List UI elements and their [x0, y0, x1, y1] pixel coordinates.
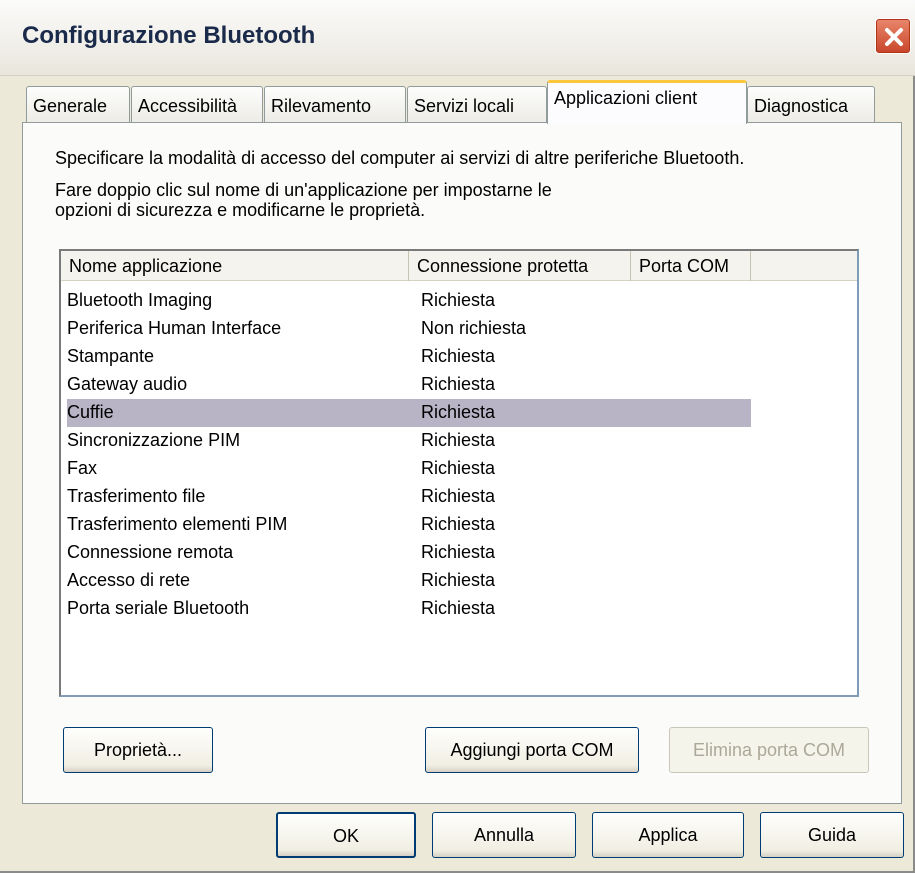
tab-applicazioni-client[interactable]: Applicazioni client	[547, 80, 747, 124]
list-row[interactable]: Stampante Richiesta	[67, 343, 751, 371]
instruction-text-line2: opzioni di sicurezza e modificarne le pr…	[55, 200, 426, 220]
bluetooth-config-dialog: Configurazione Bluetooth Generale Access…	[0, 0, 915, 873]
row-name: Accesso di rete	[67, 570, 191, 590]
help-button[interactable]: Guida	[760, 812, 904, 858]
list-row[interactable]: Connessione remota Richiesta	[67, 539, 751, 567]
list-row[interactable]: Sincronizzazione PIM Richiesta	[67, 427, 751, 455]
row-secure: Richiesta	[421, 346, 496, 366]
row-secure: Richiesta	[421, 374, 496, 394]
row-secure: Richiesta	[421, 542, 496, 562]
row-secure: Richiesta	[421, 430, 496, 450]
ok-button[interactable]: OK	[276, 812, 416, 858]
tab-rilevamento[interactable]: Rilevamento	[264, 86, 406, 124]
tab-panel: Specificare la modalità di accesso del c…	[22, 122, 902, 804]
row-name: Stampante	[67, 346, 155, 366]
instruction-text-line1: Fare doppio clic sul nome di un'applicaz…	[55, 180, 552, 200]
row-name: Sincronizzazione PIM	[67, 430, 241, 450]
row-name: Trasferimento file	[67, 486, 206, 506]
row-name: Periferica Human Interface	[67, 318, 282, 338]
applications-list[interactable]: Nome applicazione Connessione protetta P…	[59, 249, 859, 697]
row-secure: Non richiesta	[421, 318, 527, 338]
list-header: Nome applicazione Connessione protetta P…	[61, 251, 857, 281]
title-bar[interactable]: Configurazione Bluetooth	[0, 0, 915, 76]
properties-button[interactable]: Proprietà...	[63, 727, 213, 773]
list-row[interactable]: Porta seriale Bluetooth Richiesta	[67, 595, 751, 623]
row-secure: Richiesta	[421, 290, 496, 310]
row-secure: Richiesta	[421, 486, 496, 506]
row-secure: Richiesta	[421, 598, 496, 618]
row-secure: Richiesta	[421, 402, 496, 422]
tab-servizi-locali[interactable]: Servizi locali	[407, 86, 547, 124]
column-header-name[interactable]: Nome applicazione	[61, 251, 409, 281]
row-name: Gateway audio	[67, 374, 188, 394]
list-row[interactable]: Fax Richiesta	[67, 455, 751, 483]
list-row[interactable]: Gateway audio Richiesta	[67, 371, 751, 399]
tab-diagnostica[interactable]: Diagnostica	[747, 86, 875, 124]
list-row-selected[interactable]: Cuffie Richiesta	[67, 399, 751, 427]
row-name: Trasferimento elementi PIM	[67, 514, 288, 534]
column-header-secure[interactable]: Connessione protetta	[409, 251, 631, 281]
row-name: Cuffie	[67, 402, 114, 422]
tab-generale[interactable]: Generale	[26, 86, 130, 124]
remove-com-port-button[interactable]: Elimina porta COM	[669, 727, 869, 773]
row-name: Bluetooth Imaging	[67, 290, 213, 310]
close-icon	[885, 28, 903, 46]
row-name: Connessione remota	[67, 542, 234, 562]
list-row[interactable]: Trasferimento elementi PIM Richiesta	[67, 511, 751, 539]
apply-button[interactable]: Applica	[592, 812, 744, 858]
column-header-port[interactable]: Porta COM	[631, 251, 751, 281]
row-secure: Richiesta	[421, 458, 496, 478]
row-name: Fax	[67, 458, 98, 478]
row-secure: Richiesta	[421, 514, 496, 534]
row-name: Porta seriale Bluetooth	[67, 598, 250, 618]
list-row[interactable]: Trasferimento file Richiesta	[67, 483, 751, 511]
cancel-button[interactable]: Annulla	[432, 812, 576, 858]
window-title: Configurazione Bluetooth	[22, 22, 316, 49]
list-row[interactable]: Accesso di rete Richiesta	[67, 567, 751, 595]
add-com-port-button[interactable]: Aggiungi porta COM	[425, 727, 639, 773]
tab-accessibilita[interactable]: Accessibilità	[131, 86, 263, 124]
list-row[interactable]: Periferica Human Interface Non richiesta	[67, 315, 751, 343]
row-secure: Richiesta	[421, 570, 496, 590]
close-button[interactable]	[875, 18, 911, 54]
list-row[interactable]: Bluetooth Imaging Richiesta	[67, 287, 751, 315]
description-text: Specificare la modalità di accesso del c…	[55, 148, 745, 168]
